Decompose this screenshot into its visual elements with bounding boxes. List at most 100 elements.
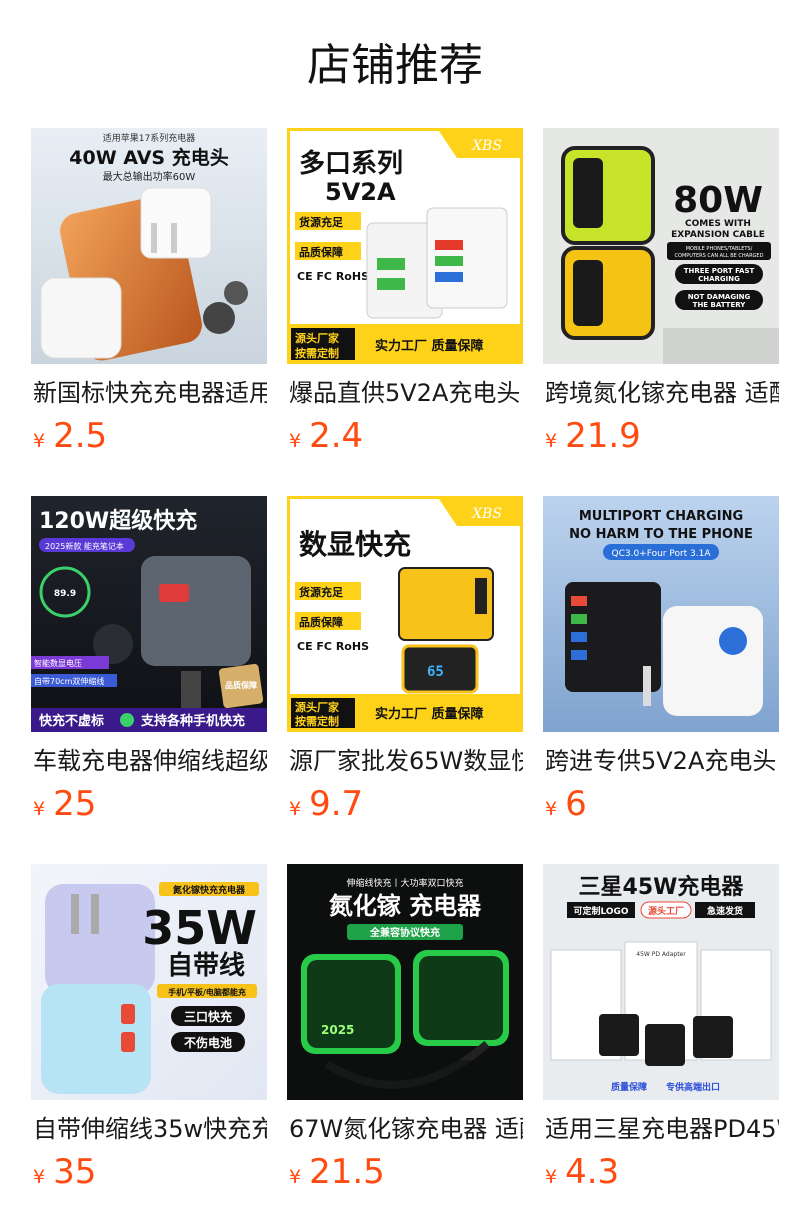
product-title[interactable]: 跨进专供5V2A充电头 bbox=[545, 744, 779, 778]
price-value: 21.5 bbox=[309, 1152, 385, 1192]
image-text: 智能数显电压 bbox=[34, 658, 82, 668]
price-value: 21.9 bbox=[565, 416, 641, 456]
product-title[interactable]: 爆品直供5V2A充电头 bbox=[289, 376, 523, 410]
image-text: CHARGING bbox=[698, 275, 740, 283]
brand-logo: XBS bbox=[471, 506, 502, 522]
currency-symbol: ¥ bbox=[545, 430, 558, 452]
price-value: 35 bbox=[53, 1152, 97, 1192]
image-text: 品质保障 bbox=[299, 615, 343, 629]
image-text: NOT DAMAGING bbox=[688, 293, 751, 301]
image-text: 三口快充 bbox=[184, 1009, 232, 1024]
product-image[interactable]: 适用苹果17系列充电器 40W AVS 充电头 最大总输出功率60W bbox=[31, 128, 267, 364]
image-text: 80W bbox=[673, 180, 763, 221]
image-text: CE FC RoHS bbox=[297, 270, 369, 283]
image-text: 全兼容协议快充 bbox=[369, 926, 440, 939]
image-text: 不伤电池 bbox=[184, 1035, 232, 1050]
image-text: 三星45W充电器 bbox=[579, 874, 745, 900]
product-image[interactable]: XBS 数显快充 货源充足 品质保障 CE FC RoHS 65 源头厂家 按需… bbox=[287, 496, 523, 732]
currency-symbol: ¥ bbox=[545, 1166, 558, 1188]
image-text: 货源充足 bbox=[298, 215, 344, 229]
price-value: 2.5 bbox=[53, 416, 108, 456]
image-text: 最大总输出功率60W bbox=[103, 170, 196, 183]
price-value: 9.7 bbox=[309, 784, 364, 824]
image-text: COMES WITH bbox=[685, 219, 751, 229]
image-text: 可定制LOGO bbox=[573, 905, 628, 917]
image-text: 专供高端出口 bbox=[666, 1081, 720, 1093]
product-title[interactable]: 车载充电器伸缩线超级 bbox=[33, 744, 267, 778]
price-value: 6 bbox=[565, 784, 587, 824]
product-title[interactable]: 跨境氮化镓充电器 适配 bbox=[545, 376, 779, 410]
image-text: 伸缩线快充丨大功率双口快充 bbox=[346, 877, 463, 889]
product-image[interactable]: 三星45W充电器 可定制LOGO 源头工厂 急速发货 45W PD Adapte… bbox=[543, 864, 779, 1100]
image-text: 品质保障 bbox=[225, 680, 257, 690]
product-title[interactable]: 新国标快充充电器适用 bbox=[33, 376, 267, 410]
product-image[interactable]: 120W超级快充 2025新款 能充笔记本 89.9 智能数显电压 自带70cm… bbox=[31, 496, 267, 732]
product-price: ¥2.4 bbox=[289, 416, 363, 456]
image-text: 35W bbox=[142, 901, 257, 955]
image-text: 89.9 bbox=[54, 589, 76, 599]
product-price: ¥25 bbox=[33, 784, 96, 824]
image-text: 源头厂家 bbox=[295, 331, 340, 345]
product-price: ¥6 bbox=[545, 784, 587, 824]
image-text: 按需定制 bbox=[295, 714, 339, 728]
currency-symbol: ¥ bbox=[33, 798, 46, 820]
image-text: 40W AVS 充电头 bbox=[69, 146, 228, 169]
currency-symbol: ¥ bbox=[33, 430, 46, 452]
image-text: 源头厂家 bbox=[295, 700, 340, 714]
image-text: 自带线 bbox=[167, 950, 245, 981]
image-text: THE BATTERY bbox=[693, 301, 747, 309]
product-price: ¥21.9 bbox=[545, 416, 641, 456]
image-text: 多口系列 bbox=[299, 149, 403, 179]
image-text: 支持各种手机快充 bbox=[140, 713, 245, 729]
image-text: NO HARM TO THE PHONE bbox=[569, 527, 753, 542]
image-text: 5V2A bbox=[325, 178, 396, 206]
image-text: 适用苹果17系列充电器 bbox=[103, 132, 195, 144]
image-text: CE FC RoHS bbox=[297, 640, 369, 653]
image-text: 质量保障 bbox=[611, 1081, 647, 1093]
image-text: 2025 bbox=[321, 1023, 354, 1037]
product-price: ¥35 bbox=[33, 1152, 96, 1192]
product-price: ¥4.3 bbox=[545, 1152, 619, 1192]
currency-symbol: ¥ bbox=[289, 1166, 302, 1188]
brand-logo: XBS bbox=[471, 138, 502, 154]
page-title: 店铺推荐 bbox=[307, 40, 483, 91]
image-text: THREE PORT FAST bbox=[684, 267, 755, 275]
image-text: 45W PD Adapter bbox=[636, 951, 686, 958]
currency-symbol: ¥ bbox=[545, 798, 558, 820]
product-image[interactable]: 伸缩线快充丨大功率双口快充 氮化镓 充电器 全兼容协议快充 2025 bbox=[287, 864, 523, 1100]
image-text: 65 bbox=[427, 664, 444, 680]
image-text: 120W超级快充 bbox=[39, 508, 197, 534]
image-text: MOBILE PHONES/TABLETS/ bbox=[686, 246, 753, 252]
image-text: 快充不虚标 bbox=[39, 713, 104, 729]
product-price: ¥9.7 bbox=[289, 784, 363, 824]
product-image[interactable]: MULTIPORT CHARGING NO HARM TO THE PHONE … bbox=[543, 496, 779, 732]
image-text: 实力工厂 质量保障 bbox=[375, 706, 484, 722]
product-price: ¥21.5 bbox=[289, 1152, 385, 1192]
product-title[interactable]: 67W氮化镓充电器 适配 bbox=[289, 1112, 523, 1146]
image-text: 按需定制 bbox=[295, 346, 339, 360]
image-text: 品质保障 bbox=[299, 245, 343, 259]
image-text: 数显快充 bbox=[299, 528, 411, 561]
product-image[interactable]: 氮化镓快充充电器 35W 自带线 手机/平板/电脑都能充 三口快充 不伤电池 bbox=[31, 864, 267, 1100]
product-image[interactable]: 80W COMES WITH EXPANSION CABLE MOBILE PH… bbox=[543, 128, 779, 364]
image-text: EXPANSION CABLE bbox=[671, 230, 765, 240]
image-text: 氮化镓快充充电器 bbox=[173, 884, 246, 896]
image-text: 氮化镓 充电器 bbox=[329, 892, 482, 920]
image-text: 急速发货 bbox=[707, 905, 743, 917]
product-image[interactable]: XBS 多口系列 5V2A 货源充足 品质保障 CE FC RoHS 源头厂家 … bbox=[287, 128, 523, 364]
image-text: QC3.0+Four Port 3.1A bbox=[611, 549, 711, 559]
price-value: 25 bbox=[53, 784, 97, 824]
price-value: 2.4 bbox=[309, 416, 364, 456]
image-text: MULTIPORT CHARGING bbox=[579, 509, 743, 524]
image-text: 自带70cm双伸缩线 bbox=[34, 676, 104, 686]
image-text: COMPUTERS CAN ALL BE CHARGED bbox=[675, 253, 764, 259]
product-title[interactable]: 适用三星充电器PD45W bbox=[545, 1112, 779, 1146]
product-price: ¥2.5 bbox=[33, 416, 107, 456]
product-title[interactable]: 源厂家批发65W数显快 bbox=[289, 744, 523, 778]
currency-symbol: ¥ bbox=[289, 798, 302, 820]
image-text: 手机/平板/电脑都能充 bbox=[168, 987, 246, 997]
image-text: 2025新款 能充笔记本 bbox=[45, 541, 124, 551]
product-title[interactable]: 自带伸缩线35w快充充 bbox=[33, 1112, 267, 1146]
currency-symbol: ¥ bbox=[33, 1166, 46, 1188]
image-text: 货源充足 bbox=[298, 585, 344, 599]
